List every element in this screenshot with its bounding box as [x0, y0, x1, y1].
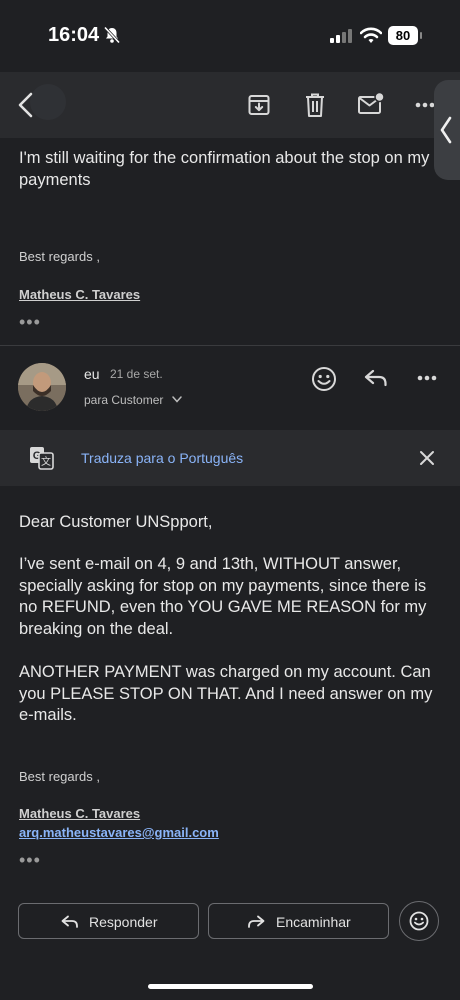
- emoji-reaction-button[interactable]: [399, 901, 439, 941]
- message-closing: Best regards ,: [19, 769, 100, 784]
- status-time: 16:04: [48, 24, 100, 46]
- message-greeting: Dear Customer UNSpport,: [19, 513, 213, 531]
- add-reaction-icon[interactable]: [311, 366, 337, 392]
- forward-icon: [248, 915, 265, 928]
- message-paragraph-1: I’ve sent e-mail on 4, 9 and 13th, WITHO…: [19, 555, 427, 638]
- message-date: 21 de set.: [110, 367, 163, 381]
- forward-label: Encaminhar: [276, 914, 351, 930]
- home-indicator: [148, 984, 313, 989]
- message-expand[interactable]: •••: [19, 850, 41, 871]
- status-bar: 16:04 80: [0, 0, 460, 72]
- battery-indicator: 80: [388, 26, 418, 45]
- chevron-down-icon[interactable]: [172, 396, 182, 403]
- bell-off-icon: [103, 26, 121, 44]
- back-icon[interactable]: [16, 92, 36, 118]
- emoji-icon: [409, 911, 429, 931]
- more-options-icon[interactable]: [415, 102, 435, 108]
- translate-icon: G 文: [30, 447, 54, 470]
- signature-email-link[interactable]: arq.matheustavares@gmail.com: [19, 825, 219, 840]
- message-divider: [0, 345, 460, 346]
- archive-icon[interactable]: [247, 93, 271, 117]
- forward-button[interactable]: Encaminhar: [208, 903, 389, 939]
- cellular-signal-icon: [330, 29, 352, 43]
- reply-icon: [61, 915, 78, 928]
- previous-message-expand[interactable]: •••: [19, 312, 41, 333]
- message-paragraph-2: ANOTHER PAYMENT was charged on my accoun…: [19, 663, 433, 724]
- previous-message-signature: Matheus C. Tavares: [19, 287, 141, 302]
- close-icon[interactable]: [419, 450, 435, 466]
- reply-button[interactable]: Responder: [18, 903, 199, 939]
- trash-icon[interactable]: [304, 92, 326, 118]
- battery-nub: [420, 32, 422, 39]
- chevron-left-small-icon: [440, 116, 452, 144]
- sender-avatar[interactable]: [18, 363, 66, 411]
- translate-bar: G 文 Traduza para o Português: [0, 430, 460, 486]
- svg-text:文: 文: [41, 455, 51, 468]
- sender-name: eu: [84, 366, 100, 382]
- email-toolbar: [0, 72, 460, 138]
- mark-unread-icon[interactable]: [357, 92, 385, 116]
- translate-link[interactable]: Traduza para o Português: [81, 450, 243, 466]
- previous-message-body: I'm still waiting for the confirmation a…: [19, 149, 430, 189]
- message-signature-name: Matheus C. Tavares: [19, 806, 141, 821]
- reply-label: Responder: [89, 914, 158, 930]
- wifi-icon: [360, 27, 382, 43]
- recipient-label[interactable]: para Customer: [84, 393, 163, 407]
- previous-message-closing: Best regards ,: [19, 249, 100, 264]
- reply-icon[interactable]: [364, 369, 388, 387]
- message-more-icon[interactable]: [417, 375, 437, 381]
- avatar-photo: [18, 363, 66, 411]
